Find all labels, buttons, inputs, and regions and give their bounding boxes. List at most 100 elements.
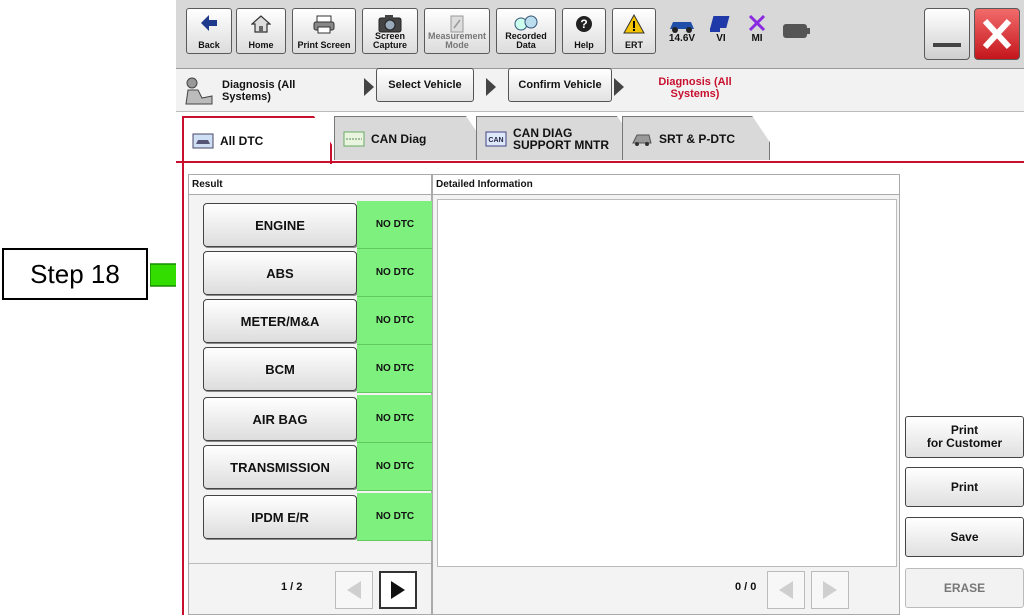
- erase-button[interactable]: ERASE: [905, 568, 1024, 608]
- breadcrumb-separator-icon: [614, 78, 624, 96]
- breadcrumb-separator-icon: [486, 78, 496, 96]
- screen-capture-label-2: Capture: [372, 40, 407, 50]
- mi-disconnected-icon: [748, 14, 766, 32]
- detail-header: Detailed Information: [433, 175, 899, 195]
- back-button[interactable]: Back: [186, 8, 232, 54]
- system-button-bcm[interactable]: BCM: [203, 347, 357, 391]
- result-next-page-button[interactable]: [379, 571, 417, 609]
- print-label: Print: [950, 479, 979, 494]
- minimize-button[interactable]: [924, 8, 970, 60]
- breadcrumb-current: Diagnosis (All Systems): [640, 76, 750, 100]
- close-button[interactable]: [974, 8, 1020, 60]
- system-button-engine[interactable]: ENGINE: [203, 203, 357, 247]
- tab-can-support-label-1: CAN DIAG: [513, 125, 573, 140]
- car-list-icon: [192, 133, 214, 149]
- tab-underline: [176, 161, 1024, 163]
- home-button[interactable]: Home: [236, 8, 286, 54]
- tab-all-dtc[interactable]: All DTC: [182, 116, 332, 164]
- close-icon: [982, 18, 1012, 50]
- svg-text:CAN: CAN: [488, 137, 503, 144]
- result-panel: Result ENGINE NO DTC ABS NO DTC METER/M&…: [188, 174, 433, 615]
- tab-row: All DTC CAN Diag CAN CAN DIAG SUPPORT MN…: [176, 112, 1024, 164]
- vi-status: VI: [706, 10, 736, 56]
- print-button[interactable]: Print: [905, 467, 1024, 507]
- breadcrumb-home-label-1: Diagnosis (All: [222, 79, 296, 91]
- detail-page-indicator: 0 / 0: [735, 581, 757, 593]
- breadcrumb-home-label-2: Systems): [222, 91, 271, 103]
- status-badge: NO DTC: [357, 297, 433, 345]
- status-badge: NO DTC: [357, 201, 433, 249]
- back-label: Back: [198, 40, 220, 50]
- save-label: Save: [950, 529, 979, 544]
- tab-srt-p-dtc[interactable]: SRT & P-DTC: [622, 116, 770, 160]
- tab-can-diag[interactable]: CAN Diag: [334, 116, 484, 160]
- toolbar: Back Home Print Screen Screen Capture Me…: [176, 0, 1024, 69]
- system-button-meter[interactable]: METER/M&A: [203, 299, 357, 343]
- result-page-indicator: 1 / 2: [281, 581, 303, 593]
- system-button-ipdm[interactable]: IPDM E/R: [203, 495, 357, 539]
- ert-button[interactable]: ERT: [612, 8, 656, 54]
- tab-can-diag-support-mntr[interactable]: CAN CAN DIAG SUPPORT MNTR: [476, 116, 636, 160]
- step-label: Step 18: [30, 258, 120, 289]
- print-screen-button[interactable]: Print Screen: [292, 8, 356, 54]
- result-prev-page-button[interactable]: [335, 571, 373, 609]
- status-badge: NO DTC: [357, 443, 433, 491]
- print-customer-label-2: for Customer: [926, 436, 1003, 450]
- status-badge: NO DTC: [357, 249, 433, 297]
- breadcrumb-separator-icon: [364, 78, 374, 96]
- triangle-left-icon: [779, 581, 793, 599]
- home-label: Home: [248, 40, 274, 50]
- can-network-icon: [343, 131, 365, 146]
- system-button-abs[interactable]: ABS: [203, 251, 357, 295]
- system-button-transmission[interactable]: TRANSMISSION: [203, 445, 357, 489]
- home-icon: [251, 15, 271, 33]
- system-button-air-bag[interactable]: AIR BAG: [203, 397, 357, 441]
- detail-next-page-button[interactable]: [811, 571, 849, 609]
- can-support-icon: CAN: [485, 131, 507, 146]
- select-vehicle-label: Select Vehicle: [388, 79, 462, 91]
- vi-label: VI: [716, 33, 726, 44]
- mi-status: MI: [742, 10, 772, 56]
- battery-icon: [783, 24, 810, 38]
- content-border: [182, 161, 184, 615]
- back-arrow-icon: [201, 15, 217, 31]
- print-screen-label: Print Screen: [297, 40, 351, 50]
- battery-voltage-status: 14.6V: [662, 10, 702, 56]
- breadcrumb-home[interactable]: Diagnosis (All Systems): [182, 76, 295, 106]
- voltage-label: 14.6V: [668, 33, 696, 44]
- minimize-icon: [933, 43, 961, 47]
- help-icon: ?: [576, 16, 592, 32]
- detail-panel: Detailed Information 0 / 0: [432, 174, 900, 615]
- triangle-left-icon: [347, 581, 361, 599]
- screen-capture-button[interactable]: Screen Capture: [362, 8, 418, 54]
- technician-icon: [185, 77, 213, 105]
- status-badge: NO DTC: [357, 395, 433, 443]
- app-window: Back Home Print Screen Screen Capture Me…: [176, 0, 1024, 615]
- triangle-right-icon: [823, 581, 837, 599]
- tab-can-diag-label: CAN Diag: [371, 131, 427, 146]
- help-button[interactable]: ? Help: [562, 8, 606, 54]
- measurement-mode-button[interactable]: Measurement Mode: [424, 8, 490, 54]
- select-vehicle-button[interactable]: Select Vehicle: [376, 68, 474, 102]
- erase-label: ERASE: [943, 580, 986, 595]
- recorded-data-button[interactable]: Recorded Data: [496, 8, 556, 54]
- status-badge: NO DTC: [357, 345, 433, 393]
- detail-prev-page-button[interactable]: [767, 571, 805, 609]
- result-divider: [189, 563, 431, 564]
- ert-label: ERT: [625, 40, 643, 50]
- confirm-vehicle-button[interactable]: Confirm Vehicle: [508, 68, 612, 102]
- measurement-label-2: Mode: [445, 40, 469, 50]
- printer-icon: [313, 15, 335, 34]
- car-icon: [670, 22, 694, 33]
- save-button[interactable]: Save: [905, 517, 1024, 557]
- svg-text:?: ?: [580, 17, 587, 31]
- tab-can-support-label-2: SUPPORT MNTR: [513, 137, 609, 152]
- camera-icon: [378, 15, 402, 33]
- recorded-label-2: Data: [516, 40, 536, 50]
- confirm-vehicle-label: Confirm Vehicle: [518, 79, 602, 91]
- recorded-data-icon: [514, 15, 538, 31]
- warning-icon: [623, 14, 645, 34]
- print-for-customer-button[interactable]: Print for Customer: [905, 416, 1024, 458]
- srt-icon: [632, 134, 652, 146]
- vi-icon: [710, 16, 730, 32]
